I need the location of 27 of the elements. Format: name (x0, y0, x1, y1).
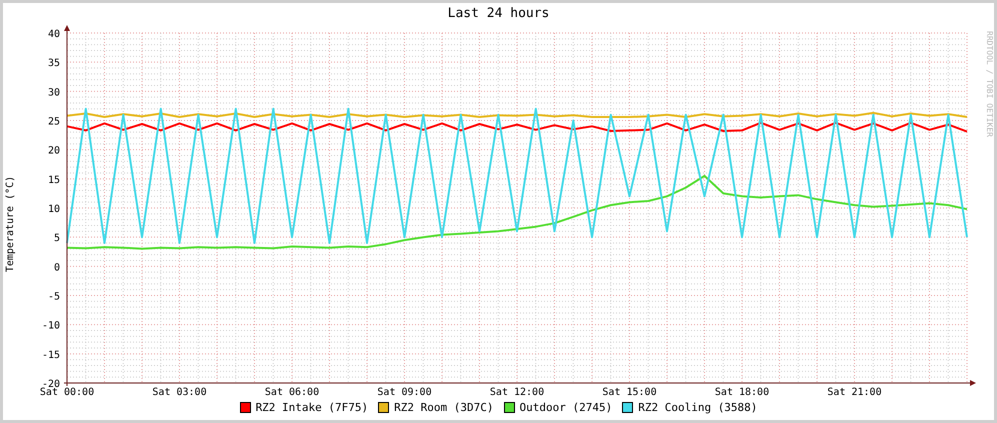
x-tick-label: Sat 18:00 (714, 387, 770, 397)
y-tick-label: 5 (54, 233, 60, 244)
legend-label: RZ2 Cooling (3588) (638, 400, 758, 414)
y-tick-label: 20 (48, 146, 60, 157)
y-tick-label: 30 (48, 87, 60, 98)
x-tick-label: Sat 21:00 (827, 387, 882, 397)
x-tick-label: Sat 09:00 (377, 387, 432, 397)
x-tick-label: Sat 15:00 (602, 387, 657, 397)
x-tick-label: Sat 12:00 (490, 387, 544, 397)
y-tick-label: 15 (48, 174, 60, 186)
legend-label: Outdoor (2745) (520, 400, 612, 414)
y-tick-label: -15 (42, 350, 60, 361)
y-tick-label: 35 (48, 58, 60, 70)
y-axis-title: Temperature (°C) (5, 176, 16, 272)
credit-text: RRDTOOL / TOBI OETIKER (985, 31, 994, 137)
legend-label: RZ2 Room (3D7C) (394, 400, 494, 414)
y-tick-label: 0 (54, 262, 60, 274)
y-tick-label: -5 (48, 292, 60, 302)
y-tick-label: 10 (48, 204, 60, 215)
x-tick-label: Sat 06:00 (264, 387, 320, 397)
y-tick-label: 40 (48, 29, 60, 40)
y-tick-label: 25 (48, 116, 60, 128)
chart-title: Last 24 hours (448, 5, 550, 23)
legend-label: RZ2 Intake (7F75) (256, 400, 368, 414)
x-tick-label: Sat 03:00 (152, 387, 207, 397)
y-tick-label: -10 (42, 320, 60, 332)
x-tick-label: Sat 00:00 (40, 387, 94, 397)
